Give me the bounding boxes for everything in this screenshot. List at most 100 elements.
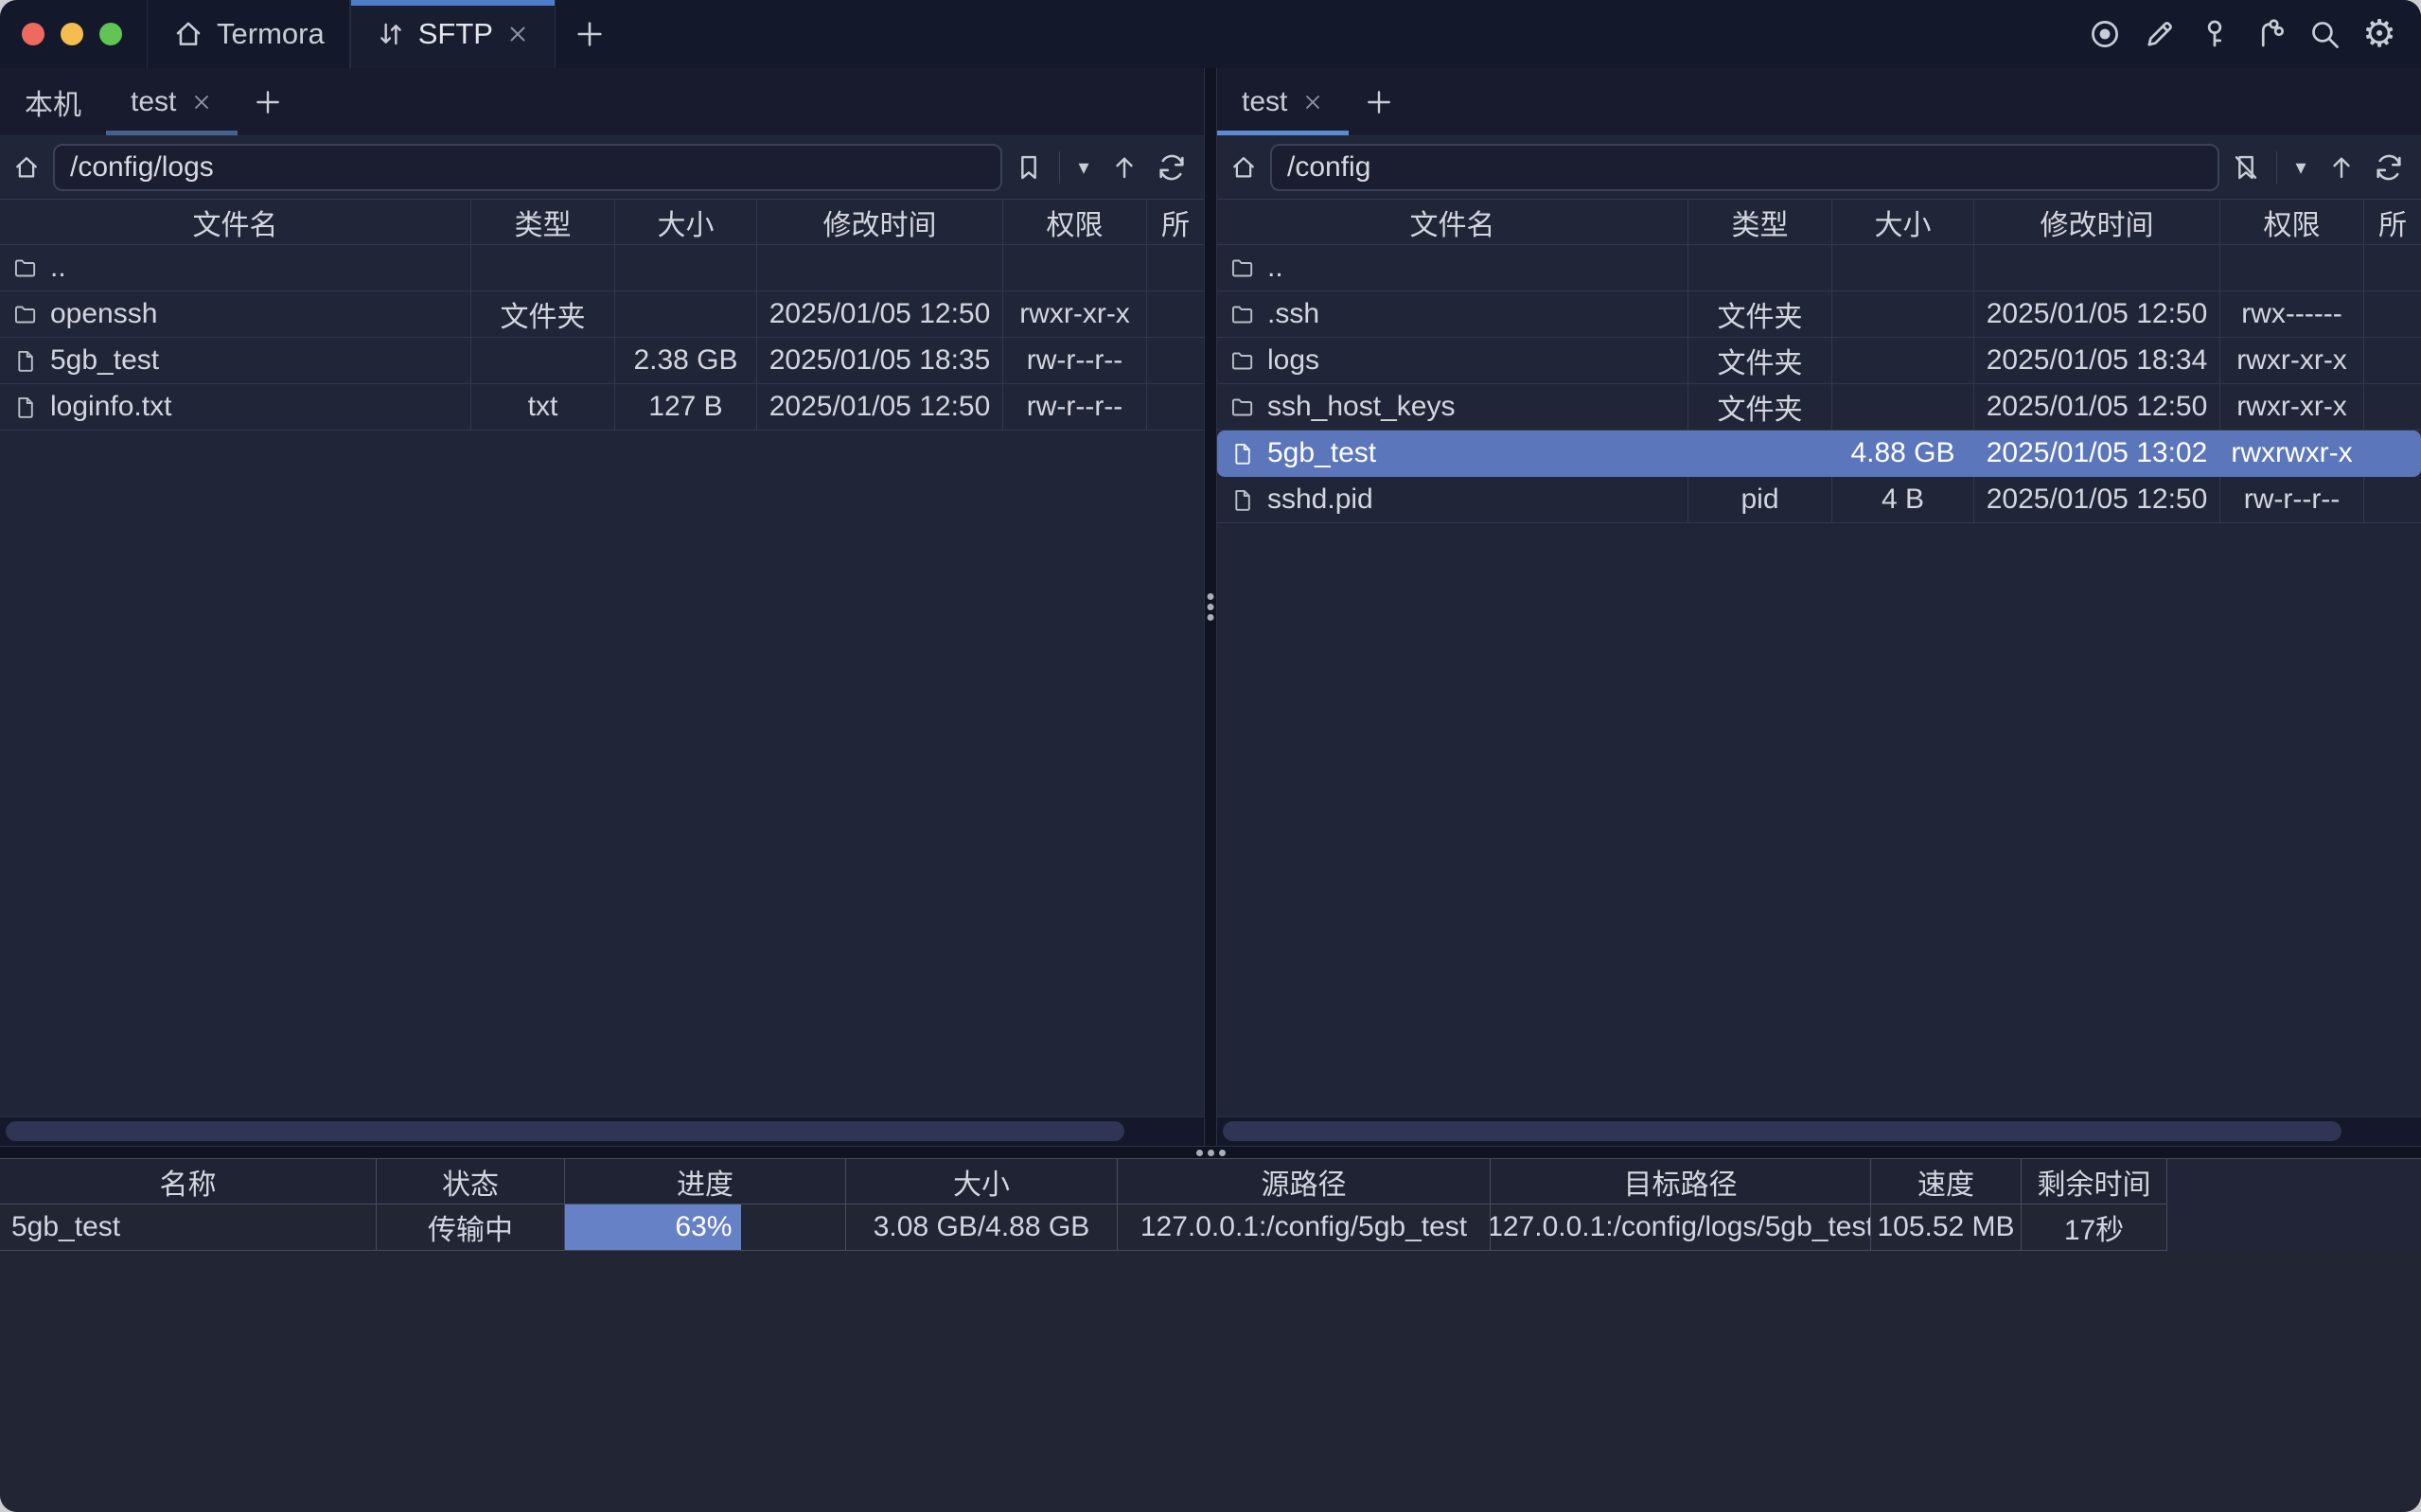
column-header-status[interactable]: 状态 (377, 1159, 565, 1204)
tab-session-test-left[interactable]: test (106, 68, 238, 135)
cell-perms: rwxr-xr-x (1003, 291, 1147, 337)
transfer-source-path: 127.0.0.1:/config/5gb_test (1118, 1204, 1491, 1250)
edit-button[interactable] (2139, 13, 2181, 55)
left-bookmark-button[interactable] (1008, 147, 1050, 188)
cell-size: 4 B (1832, 477, 1974, 522)
left-home-button[interactable] (6, 147, 47, 188)
tab-local-machine[interactable]: 本机 (0, 68, 106, 135)
scrollbar-thumb[interactable] (1223, 1121, 2341, 1141)
column-header-size[interactable]: 大小 (615, 200, 757, 244)
cell-size: 4.88 GB (1832, 431, 1974, 476)
close-window-button[interactable] (22, 23, 44, 45)
column-header-type[interactable]: 类型 (471, 200, 615, 244)
table-row[interactable]: sshd.pid pid 4 B 2025/01/05 12:50 rw-r--… (1217, 477, 2421, 523)
right-bookmark-dropdown[interactable]: ▾ (2287, 147, 2315, 188)
table-row[interactable]: ssh_host_keys 文件夹 2025/01/05 12:50 rwxr-… (1217, 384, 2421, 431)
column-header-size[interactable]: 大小 (846, 1159, 1118, 1204)
cell-perms: rwxr-xr-x (2220, 338, 2364, 383)
left-path-input[interactable] (53, 144, 1002, 191)
column-header-perms[interactable]: 权限 (1003, 200, 1147, 244)
tab-sftp[interactable]: SFTP (350, 0, 556, 68)
filename-text: openssh (50, 298, 157, 330)
left-refresh-button[interactable] (1151, 147, 1193, 188)
column-header-speed[interactable]: 速度 (1871, 1159, 2022, 1204)
column-header-progress[interactable]: 进度 (565, 1159, 846, 1204)
right-horizontal-scrollbar[interactable] (1217, 1116, 2421, 1146)
panel-splitter[interactable] (1204, 68, 1217, 1146)
table-row[interactable]: .ssh 文件夹 2025/01/05 12:50 rwx------ (1217, 291, 2421, 338)
column-header-mtime[interactable]: 修改时间 (757, 200, 1003, 244)
close-tab-icon[interactable] (505, 22, 530, 46)
progress-label: 63% (675, 1211, 732, 1243)
table-row[interactable]: logs 文件夹 2025/01/05 18:34 rwxr-xr-x (1217, 338, 2421, 384)
termora-window: Termora SFTP (0, 0, 2421, 1512)
column-header-target[interactable]: 目标路径 (1491, 1159, 1871, 1204)
right-parent-dir-button[interactable] (2321, 147, 2362, 188)
column-header-mtime[interactable]: 修改时间 (1974, 200, 2220, 244)
right-path-input[interactable] (1270, 144, 2219, 191)
folder-icon (1229, 255, 1255, 281)
active-tab-underline (1217, 131, 1349, 135)
scrollbar-thumb[interactable] (6, 1121, 1124, 1141)
cell-perms: rwxrwxr-x (2220, 431, 2364, 476)
left-table-header: 文件名 类型 大小 修改时间 权限 所 (0, 200, 1204, 245)
tab-termora-home[interactable]: Termora (147, 0, 350, 68)
transfer-remaining-time: 17秒 (2022, 1204, 2167, 1250)
keychain-button[interactable] (2249, 13, 2290, 55)
transfer-row[interactable]: 5gb_test 传输中 63% 3.08 GB/4.88 GB 127.0.0… (0, 1204, 2167, 1251)
right-add-tab-button[interactable] (1349, 68, 1409, 135)
column-header-source[interactable]: 源路径 (1118, 1159, 1491, 1204)
column-header-filename[interactable]: 文件名 (1217, 200, 1688, 244)
left-horizontal-scrollbar[interactable] (0, 1116, 1204, 1146)
column-header-perms[interactable]: 权限 (2220, 200, 2364, 244)
tab-termora-label: Termora (217, 17, 325, 51)
table-row[interactable]: .. (0, 245, 1204, 291)
tab-session-test-right[interactable]: test (1217, 68, 1349, 135)
column-header-name[interactable]: 名称 (0, 1159, 377, 1204)
cell-owner (2364, 338, 2421, 383)
minimize-window-button[interactable] (61, 23, 83, 45)
cell-type: txt (471, 384, 615, 430)
cell-filename: openssh (0, 291, 471, 337)
column-header-size[interactable]: 大小 (1832, 200, 1974, 244)
close-tab-icon[interactable] (1301, 91, 1324, 114)
right-refresh-button[interactable] (2368, 147, 2410, 188)
chevron-down-icon: ▾ (1078, 156, 1088, 180)
column-header-remaining[interactable]: 剩余时间 (2022, 1159, 2167, 1204)
cell-type: 文件夹 (1688, 291, 1832, 337)
folder-icon (12, 255, 38, 281)
key-manager-button[interactable] (2194, 13, 2235, 55)
tab-session-label: test (1242, 86, 1287, 118)
column-header-type[interactable]: 类型 (1688, 200, 1832, 244)
cell-size: 127 B (615, 384, 757, 430)
new-window-tab-button[interactable] (556, 0, 624, 68)
left-add-tab-button[interactable] (238, 68, 298, 135)
table-row-selected[interactable]: 5gb_test 4.88 GB 2025/01/05 13:02 rwxrwx… (1217, 431, 2421, 477)
transfers-splitter[interactable] (0, 1146, 2421, 1159)
right-file-panel: test ▾ (1217, 68, 2421, 1146)
column-header-owner[interactable]: 所 (2364, 200, 2421, 244)
filename-text: .. (1267, 252, 1283, 284)
left-table-body: .. openssh 文件夹 2025/01/05 12:50 rwxr-xr-… (0, 245, 1204, 1116)
cell-perms: rwx------ (2220, 291, 2364, 337)
cell-type (1688, 431, 1832, 476)
right-bookmark-button[interactable] (2225, 147, 2267, 188)
column-header-filename[interactable]: 文件名 (0, 200, 471, 244)
table-row[interactable]: 5gb_test 2.38 GB 2025/01/05 18:35 rw-r--… (0, 338, 1204, 384)
folder-icon (12, 302, 38, 327)
cell-owner (2364, 245, 2421, 290)
settings-button[interactable]: ⚙ (2359, 13, 2400, 55)
table-row[interactable]: loginfo.txt txt 127 B 2025/01/05 12:50 r… (0, 384, 1204, 431)
filename-text: loginfo.txt (50, 391, 171, 423)
table-row[interactable]: .. (1217, 245, 2421, 291)
right-home-button[interactable] (1223, 147, 1264, 188)
tab-local-label: 本机 (25, 81, 81, 123)
table-row[interactable]: openssh 文件夹 2025/01/05 12:50 rwxr-xr-x (0, 291, 1204, 338)
left-parent-dir-button[interactable] (1104, 147, 1145, 188)
search-button[interactable] (2304, 13, 2345, 55)
record-button[interactable] (2084, 13, 2126, 55)
column-header-owner[interactable]: 所 (1147, 200, 1204, 244)
left-bookmark-dropdown[interactable]: ▾ (1069, 147, 1098, 188)
close-tab-icon[interactable] (190, 91, 213, 114)
maximize-window-button[interactable] (99, 23, 122, 45)
